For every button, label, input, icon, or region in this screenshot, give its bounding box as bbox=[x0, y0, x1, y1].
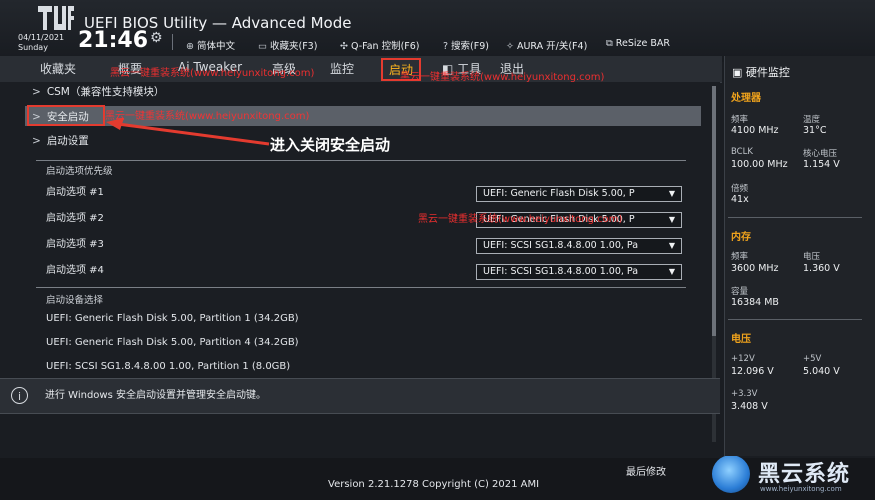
hardware-monitor-title: ▣ 硬件监控 bbox=[732, 66, 790, 79]
version-text: Version 2.21.1278 Copyright (C) 2021 AMI bbox=[328, 479, 540, 490]
info-icon: i bbox=[11, 387, 28, 404]
dropdown-arrow-icon: ▼ bbox=[668, 215, 675, 224]
boot-device-item[interactable]: UEFI: Generic Flash Disk 5.00, Partition… bbox=[46, 313, 299, 324]
v5-value: 5.040 V bbox=[803, 366, 840, 377]
mem-cap-label: 容量 bbox=[731, 287, 749, 297]
boot-option-2-label: 启动选项 #2 bbox=[46, 213, 104, 224]
brand-logo-icon bbox=[712, 455, 750, 493]
dropdown-arrow-icon: ▼ bbox=[668, 241, 675, 250]
brand-name: 黑云系统 bbox=[758, 462, 851, 487]
v5-label: +5V bbox=[803, 354, 822, 364]
boot-device-item[interactable]: UEFI: SCSI SG1.8.4.8.00 1.00, Partition … bbox=[46, 361, 290, 372]
cpu-section-heading: 处理器 bbox=[731, 93, 761, 104]
dropdown-arrow-icon: ▼ bbox=[668, 189, 675, 198]
weekday-text: Sunday bbox=[18, 43, 48, 52]
aura-icon: ✧ bbox=[506, 41, 514, 52]
toolbar-aura[interactable]: ✧ AURA 开/关(F4) bbox=[506, 38, 587, 52]
cpu-ratio-value: 41x bbox=[731, 194, 749, 205]
boot-option-4-label: 启动选项 #4 bbox=[46, 265, 104, 276]
help-text: 进行 Windows 安全启动设置并管理安全启动键。 bbox=[45, 390, 266, 401]
toolbar-favorites[interactable]: ▭ 收藏夹(F3) bbox=[258, 38, 317, 52]
boot-device-item[interactable]: UEFI: Generic Flash Disk 5.00, Partition… bbox=[46, 337, 299, 348]
favorites-icon: ▭ bbox=[258, 41, 267, 52]
mem-volt-value: 1.360 V bbox=[803, 263, 840, 274]
resize-bar-icon: ⧉ bbox=[606, 38, 613, 49]
toolbar-search[interactable]: ? 搜索(F9) bbox=[443, 38, 489, 52]
watermark-text: 黑云一键重装系统(www.heiyunxitong.com) bbox=[105, 111, 310, 122]
toolbar-language[interactable]: ⊕ 简体中文 bbox=[186, 38, 235, 52]
dropdown-arrow-icon: ▼ bbox=[668, 267, 675, 276]
date-display: 04/11/2021 Sunday bbox=[18, 33, 64, 53]
tab-monitor[interactable]: 监控 bbox=[330, 60, 354, 77]
menu-csm[interactable]: > CSM（兼容性支持模块） bbox=[32, 84, 164, 99]
cpu-freq-value: 4100 MHz bbox=[731, 125, 779, 136]
boot-option-3-select[interactable]: UEFI: SCSI SG1.8.4.8.00 1.00, Pa ▼ bbox=[476, 238, 682, 254]
mem-freq-value: 3600 MHz bbox=[731, 263, 779, 274]
globe-icon: ⊕ bbox=[186, 41, 194, 52]
chevron-right-icon: > bbox=[32, 86, 41, 98]
memory-section-heading: 内存 bbox=[731, 232, 751, 243]
panel-divider bbox=[728, 217, 862, 218]
scrollbar-thumb[interactable] bbox=[712, 86, 716, 336]
mem-cap-value: 16384 MB bbox=[731, 297, 779, 308]
secure-boot-highlight-box bbox=[27, 105, 105, 126]
panel-divider bbox=[728, 319, 862, 320]
boot-option-4-select[interactable]: UEFI: SCSI SG1.8.4.8.00 1.00, Pa ▼ bbox=[476, 264, 682, 280]
last-modified-button[interactable]: 最后修改 bbox=[626, 463, 666, 478]
monitor-icon: ▣ bbox=[732, 66, 743, 79]
v12-value: 12.096 V bbox=[731, 366, 774, 377]
cpu-freq-label: 频率 bbox=[731, 115, 749, 125]
v33-value: 3.408 V bbox=[731, 401, 768, 412]
boot-priority-heading: 启动选项优先级 bbox=[46, 166, 113, 177]
cpu-ratio-label: 倍频 bbox=[731, 184, 749, 194]
search-icon: ? bbox=[443, 41, 449, 52]
cpu-bclk-value: 100.00 MHz bbox=[731, 159, 788, 170]
cpu-vcore-label: 核心电压 bbox=[803, 149, 838, 159]
boot-option-1-label: 启动选项 #1 bbox=[46, 187, 104, 198]
tab-favorites[interactable]: 收藏夹 bbox=[40, 60, 76, 77]
header-separator bbox=[172, 34, 173, 50]
menu-boot-config[interactable]: > 启动设置 bbox=[32, 133, 89, 148]
fan-icon: ✣ bbox=[340, 41, 348, 52]
boot-option-1-select[interactable]: UEFI: Generic Flash Disk 5.00, P ▼ bbox=[476, 186, 682, 202]
v33-label: +3.3V bbox=[731, 389, 758, 399]
mem-freq-label: 频率 bbox=[731, 252, 749, 262]
toolbar-qfan[interactable]: ✣ Q-Fan 控制(F6) bbox=[340, 38, 420, 52]
cpu-temp-value: 31°C bbox=[803, 125, 827, 136]
voltage-section-heading: 电压 bbox=[731, 334, 751, 345]
section-divider bbox=[36, 287, 686, 288]
cpu-bclk-label: BCLK bbox=[731, 147, 753, 157]
clock-display: 21:46 bbox=[78, 28, 149, 53]
chevron-right-icon: > bbox=[32, 135, 41, 147]
boot-device-heading: 启动设备选择 bbox=[46, 295, 104, 306]
toolbar-resize-bar[interactable]: ⧉ ReSize BAR bbox=[606, 38, 670, 49]
brand-url: www.heiyunxitong.com bbox=[760, 485, 842, 493]
cpu-temp-label: 温度 bbox=[803, 115, 821, 125]
annotation-text: 进入关闭安全启动 bbox=[270, 136, 391, 154]
section-divider bbox=[36, 160, 686, 161]
v12-label: +12V bbox=[731, 354, 755, 364]
tab-bar bbox=[0, 56, 722, 83]
cpu-vcore-value: 1.154 V bbox=[803, 159, 840, 170]
watermark-text: 黑云一键重装系统(www.heiyunxitong.com) bbox=[110, 68, 315, 79]
tuf-logo-icon bbox=[38, 6, 74, 30]
annotation-arrow-icon bbox=[106, 118, 270, 146]
mem-volt-label: 电压 bbox=[803, 252, 821, 262]
watermark-text: 黑云一键重装系统(www.heiyunxitong.com) bbox=[400, 72, 605, 83]
watermark-text: 黑云一键重装系统(www.heiyunxitong.com) bbox=[418, 214, 623, 225]
settings-gear-icon[interactable]: ⚙ bbox=[150, 30, 163, 46]
boot-option-3-label: 启动选项 #3 bbox=[46, 239, 104, 250]
date-text: 04/11/2021 bbox=[18, 33, 65, 42]
